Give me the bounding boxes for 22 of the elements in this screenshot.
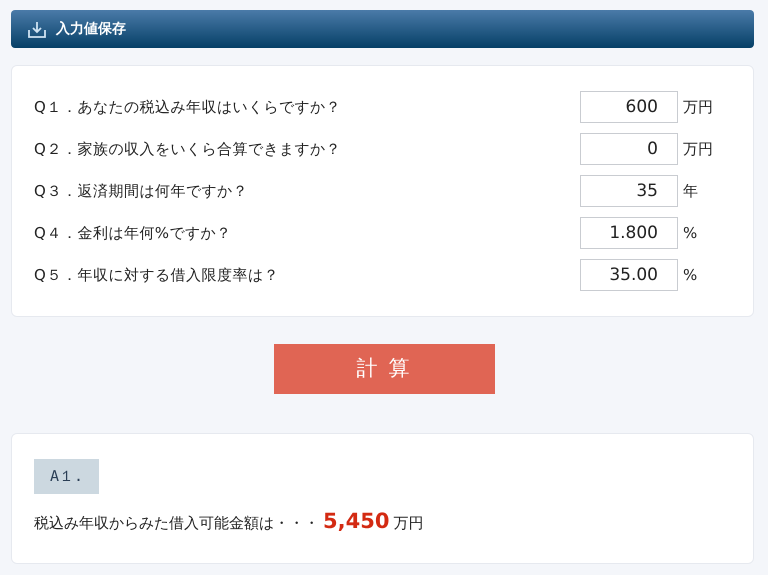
header-bar[interactable]: 入力値保存: [11, 10, 754, 48]
unit-label: %: [682, 264, 698, 286]
input-field[interactable]: 1.800: [580, 217, 678, 249]
answer-label: A１.: [34, 459, 100, 494]
unit-label: %: [682, 222, 698, 244]
question-label: Q３．返済期間は何年ですか？: [33, 180, 249, 202]
question-label: Q１．あなたの税込み年収はいくらですか？: [33, 96, 342, 118]
unit-label: 万円: [682, 96, 714, 118]
answer-text: 税込み年収からみた借入可能金額は・・・: [34, 512, 319, 534]
question-label: Q５．年収に対する借入限度率は？: [33, 264, 280, 286]
download-icon: [28, 20, 46, 38]
unit-label: 万円: [682, 138, 714, 160]
unit-label: 年: [682, 180, 699, 202]
input-field[interactable]: 600: [580, 91, 678, 123]
result-amount: 5,450: [323, 508, 390, 534]
unit-label: 万円: [393, 512, 424, 534]
question-label: Q２．家族の収入をいくら合算できますか？: [33, 138, 342, 160]
input-field[interactable]: 35.00: [580, 259, 678, 291]
header-title: 入力値保存: [56, 20, 126, 38]
question-label: Q４．金利は年何%ですか？: [33, 222, 233, 244]
input-field[interactable]: 35: [580, 175, 678, 207]
input-field[interactable]: 0: [580, 133, 678, 165]
